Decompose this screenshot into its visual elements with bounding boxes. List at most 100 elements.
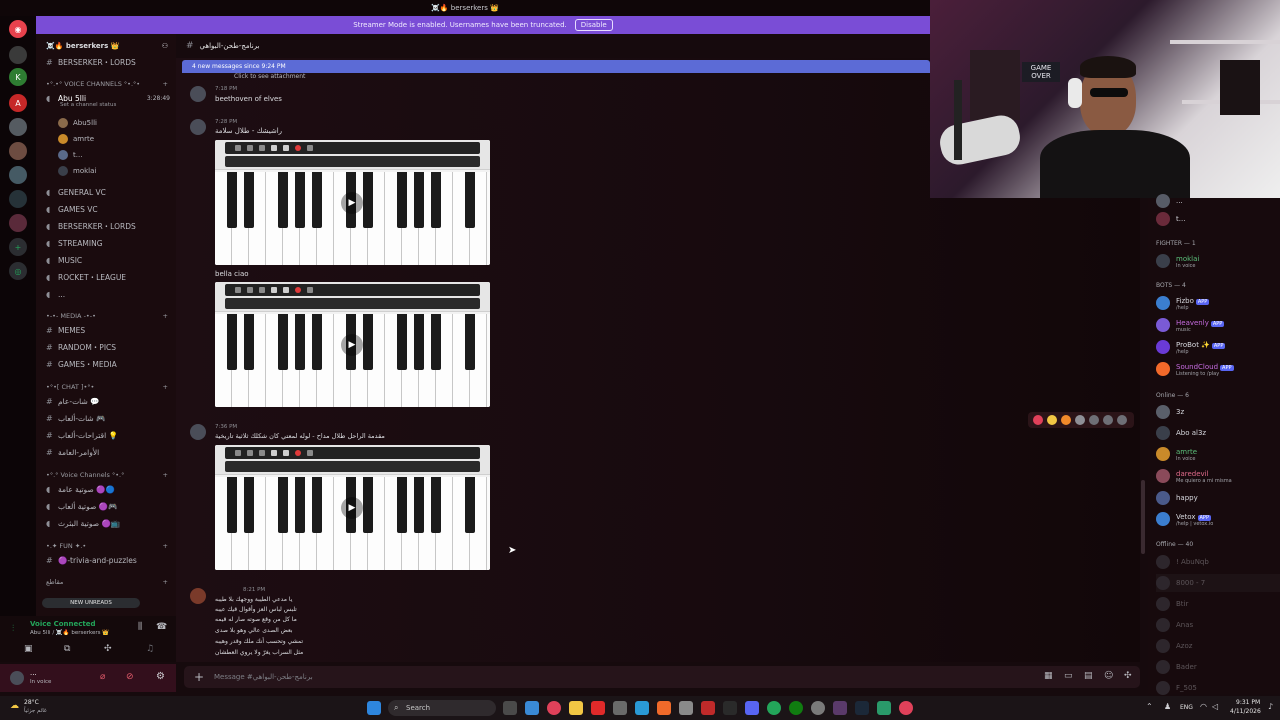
black-key[interactable]: [278, 314, 288, 370]
copilot-icon[interactable]: [525, 701, 539, 715]
black-key[interactable]: [397, 477, 407, 533]
disconnect-icon[interactable]: ☎: [156, 622, 167, 632]
wifi-icon[interactable]: ◠: [1200, 702, 1207, 711]
server-icon[interactable]: K: [9, 68, 27, 86]
chrome-icon[interactable]: [899, 701, 913, 715]
app-icon[interactable]: [723, 701, 737, 715]
new-messages-bar[interactable]: 4 new messages since 9:24 PM: [182, 60, 930, 73]
youtube-icon[interactable]: [591, 701, 605, 715]
camera-icon[interactable]: ▣: [24, 644, 33, 654]
discover-icon[interactable]: ◎: [9, 262, 27, 280]
brave-icon[interactable]: [657, 701, 671, 715]
black-key[interactable]: [363, 477, 373, 533]
taskbar-search[interactable]: ⌕ Search: [388, 700, 496, 716]
add-server-icon[interactable]: +: [9, 238, 27, 256]
rewind-icon[interactable]: [271, 450, 277, 456]
black-key[interactable]: [312, 477, 322, 533]
add-channel-icon[interactable]: +: [163, 471, 168, 479]
app-icon[interactable]: [833, 701, 847, 715]
piano-attachment[interactable]: ▶: [215, 445, 490, 570]
avatar[interactable]: [190, 86, 206, 102]
add-reaction-icon[interactable]: [1075, 415, 1085, 425]
gif-icon[interactable]: ▭: [1064, 671, 1073, 681]
add-channel-icon[interactable]: +: [163, 312, 168, 320]
record-icon[interactable]: [295, 287, 301, 293]
add-channel-icon[interactable]: +: [163, 542, 168, 550]
avatar[interactable]: [190, 424, 206, 440]
channel-voice-general[interactable]: ◖ صوتية عامة 🟣🔵: [36, 481, 176, 497]
member-item[interactable]: Vetox APP/help | vetox.io: [1156, 510, 1280, 528]
black-key[interactable]: [278, 477, 288, 533]
channel-streaming[interactable]: ◖ STREAMING: [36, 235, 176, 251]
add-channel-icon[interactable]: +: [163, 383, 168, 391]
metronome-icon[interactable]: [259, 145, 265, 151]
heart-reaction-icon[interactable]: [1033, 415, 1043, 425]
language-indicator[interactable]: ENG: [1180, 704, 1193, 711]
dropdown-icon[interactable]: [235, 145, 241, 151]
deafen-icon[interactable]: ⊘: [126, 672, 134, 682]
black-key[interactable]: [414, 314, 424, 370]
app-icon[interactable]: [877, 701, 891, 715]
clock-time[interactable]: 9:31 PM: [1236, 699, 1260, 706]
mute-icon[interactable]: ⌀: [100, 672, 105, 682]
vc-user[interactable]: t...: [58, 148, 82, 162]
apps-icon[interactable]: ✣: [1124, 671, 1132, 681]
black-key[interactable]: [227, 477, 237, 533]
black-key[interactable]: [363, 314, 373, 370]
member-item[interactable]: moklai In voice: [1156, 252, 1280, 270]
record-icon[interactable]: [295, 450, 301, 456]
black-key[interactable]: [465, 172, 475, 228]
channel-voice-stream[interactable]: ◖ صوتية البثرث 🟣📺: [36, 515, 176, 531]
set-channel-status[interactable]: Set a channel status: [36, 100, 176, 110]
channel-commands[interactable]: # الأوامر-العامة: [36, 444, 176, 460]
server-header[interactable]: ☠️🔥 berserkers 👑 ⚇: [36, 38, 176, 54]
edge-icon[interactable]: [635, 701, 649, 715]
member-item[interactable]: amrte In voice: [1156, 445, 1280, 463]
channel-more[interactable]: ◖ ...: [36, 286, 176, 302]
weather-icon[interactable]: ☁: [10, 701, 19, 711]
server-icon[interactable]: [9, 142, 27, 160]
server-icon[interactable]: A: [9, 94, 27, 112]
member-item[interactable]: Abo al3z: [1156, 424, 1280, 442]
xbox-icon[interactable]: [789, 701, 803, 715]
member-item[interactable]: Btir: [1156, 595, 1280, 613]
metronome-icon[interactable]: [259, 450, 265, 456]
reply-icon[interactable]: [1089, 415, 1099, 425]
rewind-icon[interactable]: [271, 145, 277, 151]
member-item[interactable]: ...: [1156, 192, 1280, 210]
file-explorer-icon[interactable]: [569, 701, 583, 715]
black-key[interactable]: [397, 172, 407, 228]
settings-icon[interactable]: ⚙: [156, 671, 165, 682]
fire-reaction-icon[interactable]: [1061, 415, 1071, 425]
tray-chevron-icon[interactable]: ⌃: [1146, 702, 1153, 711]
attach-plus-icon[interactable]: +: [194, 670, 204, 684]
whatsapp-icon[interactable]: [767, 701, 781, 715]
rewind-icon[interactable]: [271, 287, 277, 293]
app-icon[interactable]: [613, 701, 627, 715]
black-key[interactable]: [227, 172, 237, 228]
add-member-icon[interactable]: ⚇: [162, 42, 168, 50]
soundboard-icon[interactable]: ♫: [146, 644, 154, 654]
loop-icon[interactable]: [247, 145, 253, 151]
black-key[interactable]: [431, 477, 441, 533]
black-key[interactable]: [465, 477, 475, 533]
black-key[interactable]: [244, 314, 254, 370]
gift-icon[interactable]: ▦: [1044, 671, 1053, 681]
member-item[interactable]: 8000 - 7: [1156, 574, 1280, 592]
clock-date[interactable]: 4/11/2026: [1230, 708, 1261, 715]
black-key[interactable]: [244, 477, 254, 533]
server-icon[interactable]: [9, 214, 27, 232]
black-key[interactable]: [295, 172, 305, 228]
disable-streamer-mode-button[interactable]: Disable: [574, 19, 613, 31]
volume-icon[interactable]: ◁: [1212, 702, 1218, 711]
play-video-icon[interactable]: ▶: [341, 334, 363, 356]
add-channel-icon[interactable]: +: [163, 578, 168, 586]
member-item[interactable]: Anas: [1156, 616, 1280, 634]
black-key[interactable]: [363, 172, 373, 228]
dropdown-icon[interactable]: [235, 287, 241, 293]
member-item[interactable]: Heavenly APP music: [1156, 316, 1280, 334]
black-key[interactable]: [431, 172, 441, 228]
channel-general-chat[interactable]: # شات-عام 💬: [36, 393, 176, 409]
member-item[interactable]: Azoz: [1156, 637, 1280, 655]
channel-game-suggestions[interactable]: # اقتراحات-ألعاب 💡: [36, 427, 176, 443]
